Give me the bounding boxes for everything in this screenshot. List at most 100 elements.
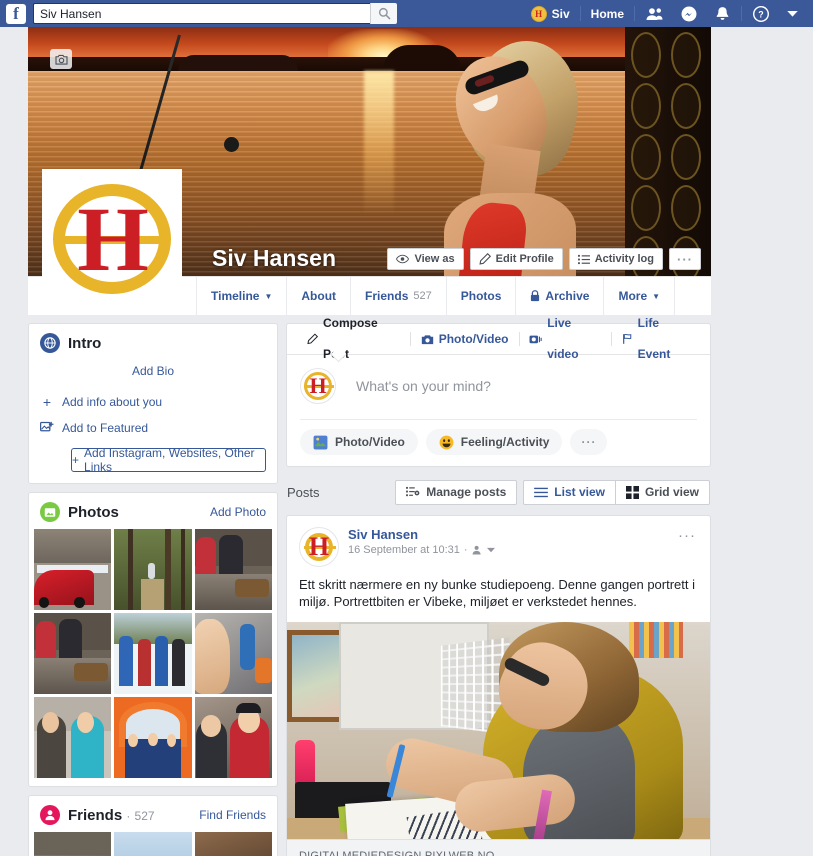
globe-glyph — [44, 337, 56, 349]
composer-avatar: H — [300, 368, 336, 404]
photo-video-button[interactable]: Photo/Video — [300, 429, 418, 455]
tab-photo-video[interactable]: Photo/Video — [411, 324, 519, 355]
profile-picture[interactable]: H — [42, 169, 182, 309]
tab-timeline[interactable]: Timeline ▼ — [196, 277, 288, 315]
add-featured-label: Add to Featured — [62, 421, 149, 435]
activity-log-button[interactable]: Activity log — [568, 248, 663, 270]
home-link[interactable]: Home — [583, 2, 632, 25]
view-as-button[interactable]: View as — [387, 248, 464, 270]
add-featured-row[interactable]: Add to Featured — [29, 416, 277, 442]
add-info-label: Add info about you — [62, 395, 163, 409]
divider — [579, 6, 581, 21]
photo-thumbnail[interactable] — [114, 529, 192, 610]
page-body: Siv Hansen View as Edit Profile Activity… — [0, 27, 813, 856]
add-links-label: Add Instagram, Websites, Other Links — [84, 446, 255, 474]
friends-count: 527 — [134, 808, 155, 823]
search-icon[interactable] — [370, 3, 397, 24]
profile-logo-icon: H — [53, 184, 171, 294]
page-title: Siv Hansen — [212, 245, 336, 271]
view-as-label: View as — [414, 253, 455, 265]
feeling-activity-label: Feeling/Activity — [460, 435, 550, 449]
photo-thumbnail[interactable] — [34, 529, 112, 610]
edit-profile-button[interactable]: Edit Profile — [469, 248, 563, 270]
intro-header: Intro — [29, 324, 277, 360]
facebook-logo-icon[interactable]: f — [6, 3, 26, 24]
post-timestamp[interactable]: 16 September at 10:31 — [348, 544, 460, 556]
svg-text:?: ? — [758, 9, 763, 19]
post-body-text: Ett skritt nærmere en ny bunke studiepoe… — [299, 577, 696, 610]
tab-about-label: About — [301, 289, 337, 303]
camera-glyph — [54, 54, 68, 65]
logo-letter: H — [77, 188, 149, 290]
composer-tabs: Compose Post Photo/Video — [287, 316, 710, 363]
post-options-icon[interactable]: ··· — [676, 527, 698, 567]
account-menu-caret-icon[interactable] — [778, 2, 807, 25]
eye-icon — [396, 254, 410, 264]
list-view-button[interactable]: List view — [523, 479, 615, 505]
profile-header-card: Siv Hansen View as Edit Profile Activity… — [28, 27, 711, 315]
post-image[interactable] — [287, 621, 710, 839]
photos-header: Photos Add Photo — [29, 493, 277, 529]
flag-icon — [622, 333, 631, 344]
edit-profile-label: Edit Profile — [495, 253, 554, 265]
photo-glyph — [44, 507, 56, 517]
tab-timeline-label: Timeline — [211, 289, 260, 303]
friends-header: Friends · 527 Find Friends — [29, 796, 277, 832]
tab-friends-count: 527 — [413, 290, 432, 302]
add-bio-link[interactable]: Add Bio — [29, 360, 277, 390]
tab-live-video-label: Live video — [547, 316, 579, 361]
caret-down-icon[interactable] — [486, 547, 495, 553]
friend-thumbnail[interactable] — [114, 832, 192, 856]
main-column: Compose Post Photo/Video — [286, 316, 711, 856]
search-container — [33, 3, 397, 24]
add-photo-link[interactable]: Add Photo — [210, 505, 266, 519]
top-nav-right: H Siv Home ? — [523, 0, 807, 27]
notifications-icon[interactable] — [706, 2, 739, 25]
search-input[interactable] — [33, 3, 397, 24]
help-icon[interactable]: ? — [744, 2, 778, 25]
photo-thumbnail[interactable] — [114, 613, 192, 694]
avatar-letter: H — [309, 373, 327, 398]
camera-icon[interactable] — [50, 49, 72, 69]
photo-thumbnail[interactable] — [194, 613, 272, 694]
feeling-activity-button[interactable]: Feeling/Activity — [425, 429, 563, 455]
post-author-name[interactable]: Siv Hansen — [348, 527, 495, 542]
messenger-icon[interactable] — [672, 2, 706, 25]
friend-thumbnail[interactable] — [194, 832, 272, 856]
avatar-letter: H — [308, 532, 330, 561]
manage-posts-button[interactable]: Manage posts — [395, 479, 518, 505]
list-icon — [577, 254, 590, 264]
find-friends-link[interactable]: Find Friends — [199, 808, 266, 822]
tab-archive-label: Archive — [545, 289, 590, 303]
link-preview[interactable]: DIGITALMEDIEDESIGN.PIXLWEB.NO Oppgave 3:… — [287, 838, 710, 856]
camera-icon — [421, 334, 433, 344]
grid-view-button[interactable]: Grid view — [614, 479, 710, 505]
pencil-icon — [307, 333, 318, 345]
account-profile-link[interactable]: H Siv — [523, 2, 578, 25]
tab-photos[interactable]: Photos — [447, 277, 517, 315]
friends-audience-icon[interactable] — [472, 545, 483, 555]
help-glyph: ? — [753, 5, 769, 22]
photo-thumbnail[interactable] — [194, 697, 272, 778]
add-links-button[interactable]: + Add Instagram, Websites, Other Links — [71, 446, 266, 474]
tab-live-video[interactable]: Live video — [519, 316, 610, 361]
more-composer-options-button[interactable]: ··· — [570, 429, 608, 455]
photo-thumbnail[interactable] — [34, 613, 112, 694]
friend-requests-icon[interactable] — [637, 2, 672, 25]
photo-thumbnail[interactable] — [114, 697, 192, 778]
more-options-button[interactable]: ··· — [669, 248, 701, 270]
add-info-row[interactable]: + Add info about you — [29, 390, 277, 416]
photo-thumbnail[interactable] — [34, 697, 112, 778]
friend-thumbnail[interactable] — [34, 832, 112, 856]
photo-thumbnail[interactable] — [194, 529, 272, 610]
composer-input[interactable]: What's on your mind? — [356, 378, 491, 394]
list-view-icon — [534, 487, 549, 497]
tab-life-event[interactable]: Life Event — [612, 316, 700, 361]
post-meta: 16 September at 10:31 · — [348, 544, 495, 556]
smiley-icon — [439, 435, 454, 449]
left-sidebar: Intro Add Bio + Add info about you Add t… — [28, 323, 278, 856]
post-avatar[interactable]: H — [299, 527, 339, 567]
friends-card: Friends · 527 Find Friends — [28, 795, 278, 856]
tab-compose-post[interactable]: Compose Post — [297, 316, 410, 361]
post-card: H Siv Hansen 16 September at 10:31 · ···… — [286, 515, 711, 856]
